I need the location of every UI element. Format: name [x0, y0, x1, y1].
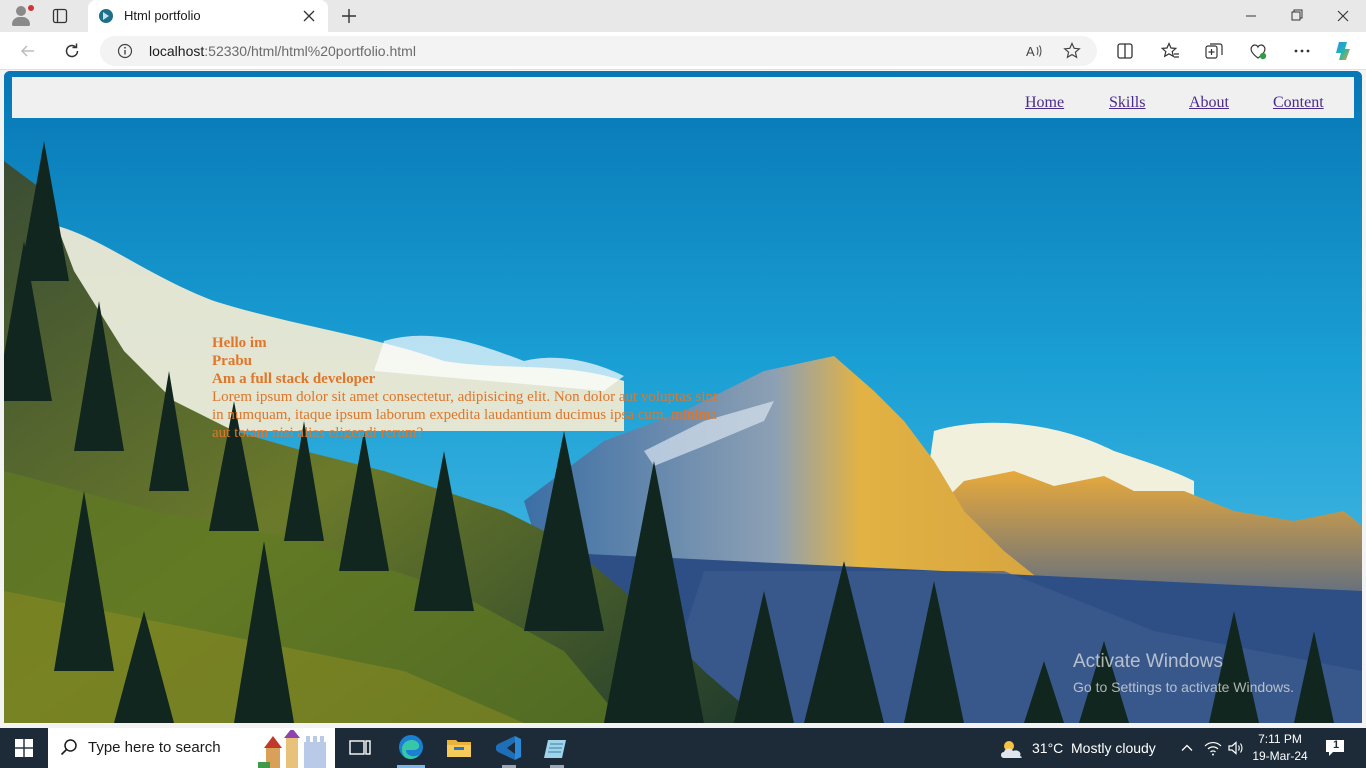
hero-section: Hello im Prabu Am a full stack developer… [212, 334, 732, 442]
vscode-icon[interactable] [486, 728, 532, 768]
weather-cloudy-icon[interactable] [998, 738, 1026, 760]
search-icon [60, 739, 77, 756]
url-host: localhost [149, 43, 205, 59]
site-favicon-icon [99, 9, 113, 23]
file-explorer-icon[interactable] [436, 728, 482, 768]
weather-temperature[interactable]: 31°C [1032, 740, 1063, 756]
copilot-icon[interactable] [1332, 39, 1356, 63]
close-tab-icon[interactable] [301, 8, 317, 24]
clock-date: 19-Mar-24 [1252, 749, 1308, 763]
watermark-subtitle: Go to Settings to activate Windows. [1073, 679, 1294, 695]
refresh-icon[interactable] [62, 41, 82, 61]
svg-text:A: A [1026, 44, 1035, 59]
edge-icon[interactable] [388, 728, 434, 768]
hero-role: Am a full stack developer [212, 371, 376, 387]
nav-link-about[interactable]: About [1189, 94, 1229, 112]
hero-paragraph: Lorem ipsum dolor sit amet consectetur, … [212, 389, 718, 441]
page-viewport: Home Skills About Content Hello im Prabu… [4, 71, 1362, 723]
url-path: :52330/html/html%20portfolio.html [204, 43, 416, 59]
address-bar[interactable]: localhost:52330/html/html%20portfolio.ht… [100, 36, 1097, 66]
favorite-star-icon[interactable] [1062, 41, 1082, 61]
portfolio-navbar: Home Skills About Content [12, 77, 1354, 118]
new-tab-icon[interactable] [340, 7, 358, 25]
taskbar-search-box[interactable]: Type here to search [48, 728, 335, 768]
site-info-icon[interactable] [117, 43, 133, 59]
more-menu-icon[interactable] [1292, 41, 1312, 61]
browser-tab-strip: Html portfolio [0, 0, 1366, 32]
tab-title: Html portfolio [124, 8, 201, 23]
hero-name: Prabu [212, 353, 253, 369]
system-clock[interactable]: 7:11 PM 19-Mar-24 [1252, 731, 1308, 765]
notifications-button[interactable]: 1 [1324, 738, 1346, 758]
show-hidden-icons-chevron-up-icon[interactable] [1180, 741, 1194, 755]
clock-time: 7:11 PM [1258, 732, 1302, 746]
url-text[interactable]: localhost:52330/html/html%20portfolio.ht… [149, 43, 416, 59]
favorites-icon[interactable] [1160, 41, 1180, 61]
windows-start-icon[interactable] [14, 738, 34, 758]
restore-icon[interactable] [1274, 4, 1320, 28]
task-view-icon[interactable] [337, 728, 383, 768]
wifi-icon[interactable] [1204, 740, 1222, 756]
browser-tab[interactable]: Html portfolio [88, 0, 328, 32]
profile-icon[interactable] [9, 5, 34, 27]
watermark-title: Activate Windows [1073, 651, 1223, 672]
collections-icon[interactable] [1204, 41, 1224, 61]
tab-actions-icon[interactable] [52, 8, 68, 24]
read-aloud-icon[interactable]: A [1024, 41, 1044, 61]
browser-essentials-icon[interactable] [1248, 41, 1268, 61]
search-highlight-castle-icon [258, 730, 326, 768]
back-icon[interactable] [18, 41, 38, 61]
search-placeholder: Type here to search [88, 739, 221, 756]
volume-icon[interactable] [1227, 740, 1245, 756]
notepad-icon[interactable] [534, 728, 580, 768]
minimize-icon[interactable] [1228, 4, 1274, 28]
hero-greeting: Hello im [212, 335, 267, 351]
windows-taskbar: Type here to search 31°C Mostly cloudy 7… [0, 728, 1366, 768]
nav-link-home[interactable]: Home [1025, 94, 1064, 112]
weather-description[interactable]: Mostly cloudy [1071, 740, 1156, 756]
activate-windows-watermark: Activate Windows Go to Settings to activ… [1073, 651, 1294, 695]
nav-link-content[interactable]: Content [1273, 94, 1324, 112]
browser-toolbar: localhost:52330/html/html%20portfolio.ht… [0, 32, 1366, 70]
notification-count-badge: 1 [1333, 739, 1340, 751]
split-screen-icon[interactable] [1115, 41, 1135, 61]
close-window-icon[interactable] [1320, 4, 1366, 28]
nav-link-skills[interactable]: Skills [1109, 94, 1145, 112]
